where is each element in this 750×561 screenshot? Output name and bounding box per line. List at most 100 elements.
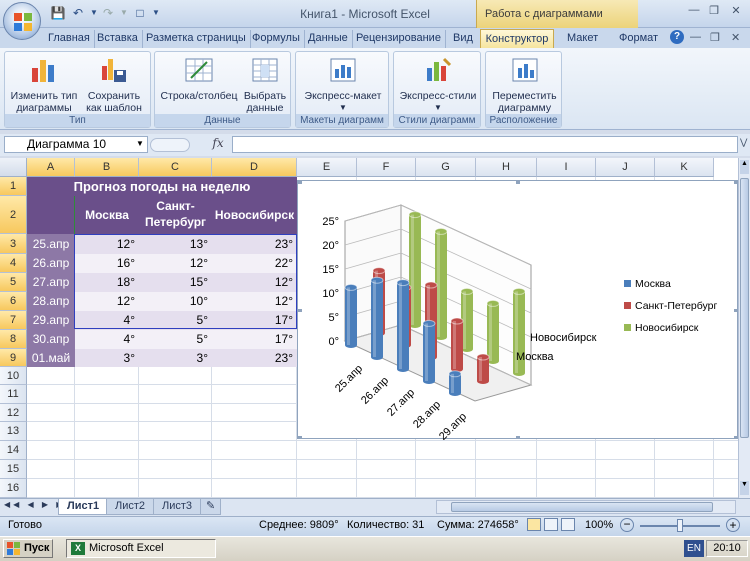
redo-icon[interactable]: ↷ (100, 5, 116, 21)
moscow-cell[interactable]: 12° (75, 234, 139, 254)
column-header-J[interactable]: J (596, 158, 655, 177)
row-header-14[interactable]: 14 (0, 441, 27, 460)
normal-view-icon[interactable] (527, 518, 541, 531)
redo-dropdown-icon[interactable]: ▼ (116, 5, 132, 21)
workbook-close-icon[interactable]: ✕ (731, 31, 740, 44)
taskbar-excel-button[interactable]: X Microsoft Excel (66, 539, 216, 558)
moscow-cell[interactable]: 12° (75, 292, 139, 311)
moscow-cell[interactable]: 4° (75, 311, 139, 330)
header-novosibirsk-cell[interactable]: Новосибирск (212, 196, 297, 234)
tab-home[interactable]: Главная (44, 30, 95, 48)
office-button[interactable] (3, 2, 41, 40)
table-title-cell[interactable]: Прогноз погоды на неделю (27, 177, 297, 196)
column-header-A[interactable]: A (27, 158, 75, 177)
novosibirsk-cell[interactable]: 23° (212, 349, 297, 367)
tab-review[interactable]: Рецензирование (352, 30, 446, 48)
tab-page-layout[interactable]: Разметка страницы (142, 30, 251, 48)
column-header-F[interactable]: F (357, 158, 416, 177)
row-header-6[interactable]: 6 (0, 292, 27, 311)
tab-format[interactable]: Формат (615, 30, 662, 48)
tab-layout[interactable]: Макет (563, 30, 602, 48)
row-header-16[interactable]: 16 (0, 479, 27, 498)
header-date-cell[interactable] (27, 196, 75, 234)
tab-design[interactable]: Конструктор (480, 29, 554, 49)
moscow-cell[interactable]: 3° (75, 349, 139, 367)
switch-row-column-button[interactable]: Строка/столбец (157, 56, 241, 102)
spb-cell[interactable]: 10° (139, 292, 212, 311)
row-header-3[interactable]: 3 (0, 234, 27, 254)
restore-icon[interactable]: ❐ (706, 4, 722, 18)
tab-view[interactable]: Вид (449, 30, 477, 48)
row-header-9[interactable]: 9 (0, 349, 27, 367)
embedded-chart[interactable]: 0° 5° 10° 15° 20° 25° 25.апр 26.апр 27.апр 28.апр… (297, 180, 738, 443)
vertical-scrollbar[interactable]: ▲ ▼ (738, 158, 750, 498)
spb-cell[interactable]: 13° (139, 234, 212, 254)
row-header-10[interactable]: 10 (0, 367, 27, 385)
row-header-1[interactable]: 1 (0, 177, 27, 196)
formula-input[interactable] (232, 136, 738, 153)
minimize-icon[interactable]: — (686, 4, 702, 18)
row-header-5[interactable]: 5 (0, 273, 27, 292)
undo-icon[interactable]: ↶ (70, 5, 86, 21)
spb-cell[interactable]: 15° (139, 273, 212, 292)
novosibirsk-cell[interactable]: 17° (212, 330, 297, 349)
view-buttons[interactable] (527, 518, 577, 533)
save-icon[interactable]: 💾 (50, 5, 66, 21)
novosibirsk-cell[interactable]: 12° (212, 273, 297, 292)
date-cell[interactable]: 25.апр (27, 234, 75, 254)
date-cell[interactable]: 30.апр (27, 330, 75, 349)
formula-expand-icon[interactable]: ⋁ (740, 137, 747, 148)
moscow-cell[interactable]: 18° (75, 273, 139, 292)
header-spb-cell[interactable]: Санкт- Петербург (139, 196, 212, 234)
scroll-up-icon[interactable]: ▲ (740, 160, 749, 174)
row-header-13[interactable]: 13 (0, 422, 27, 441)
save-as-template-button[interactable]: Сохранить как шаблон (81, 56, 147, 114)
help-icon[interactable]: ? (670, 30, 684, 44)
novosibirsk-cell[interactable]: 22° (212, 254, 297, 273)
row-header-15[interactable]: 15 (0, 460, 27, 479)
row-header-12[interactable]: 12 (0, 404, 27, 422)
select-all-corner[interactable] (0, 158, 27, 177)
row-header-7[interactable]: 7 (0, 311, 27, 330)
tab-data[interactable]: Данные (304, 30, 353, 48)
column-header-E[interactable]: E (297, 158, 357, 177)
page-layout-view-icon[interactable] (544, 518, 559, 531)
tab-insert[interactable]: Вставка (93, 30, 143, 48)
date-cell[interactable]: 01.май (27, 349, 75, 367)
row-header-11[interactable]: 11 (0, 385, 27, 404)
qat-customize-icon[interactable]: ▼ (148, 5, 164, 21)
spb-cell[interactable]: 5° (139, 311, 212, 330)
sheet-tab-3[interactable]: Лист3 (153, 499, 202, 515)
column-header-H[interactable]: H (476, 158, 537, 177)
quick-styles-button[interactable]: Экспресс-стили ▼ (396, 56, 480, 114)
select-data-button[interactable]: Выбрать данные (241, 56, 289, 114)
tab-formulas[interactable]: Формулы (248, 30, 305, 48)
column-header-B[interactable]: B (75, 158, 139, 177)
quick-layout-button[interactable]: Экспресс-макет ▼ (298, 56, 388, 114)
date-cell[interactable]: 28.апр (27, 292, 75, 311)
move-chart-button[interactable]: Переместить диаграмму (488, 56, 561, 114)
spb-cell[interactable]: 12° (139, 254, 212, 273)
moscow-cell[interactable]: 4° (75, 330, 139, 349)
zoom-out-icon[interactable]: − (620, 518, 634, 532)
close-icon[interactable]: ✕ (728, 4, 744, 18)
date-cell[interactable]: 26.апр (27, 254, 75, 273)
sheet-tab-2[interactable]: Лист2 (106, 499, 155, 515)
row-header-2[interactable]: 2 (0, 196, 27, 234)
language-indicator[interactable]: EN (684, 540, 704, 557)
date-cell[interactable]: 27.апр (27, 273, 75, 292)
h-scroll-thumb[interactable] (451, 502, 713, 512)
workbook-restore-icon[interactable]: ❐ (710, 31, 720, 44)
spb-cell[interactable]: 3° (139, 349, 212, 367)
column-header-I[interactable]: I (537, 158, 596, 177)
name-box[interactable]: Диаграмма 10 (4, 136, 148, 153)
date-cell[interactable]: 29.апр (27, 311, 75, 330)
moscow-cell[interactable]: 16° (75, 254, 139, 273)
row-header-4[interactable]: 4 (0, 254, 27, 273)
novosibirsk-cell[interactable]: 23° (212, 234, 297, 254)
row-header-8[interactable]: 8 (0, 330, 27, 349)
zoom-slider-thumb[interactable] (677, 519, 683, 532)
scroll-down-icon[interactable]: ▼ (740, 481, 749, 495)
new-document-icon[interactable]: □ (132, 5, 148, 21)
zoom-level[interactable]: 100% (585, 519, 613, 531)
